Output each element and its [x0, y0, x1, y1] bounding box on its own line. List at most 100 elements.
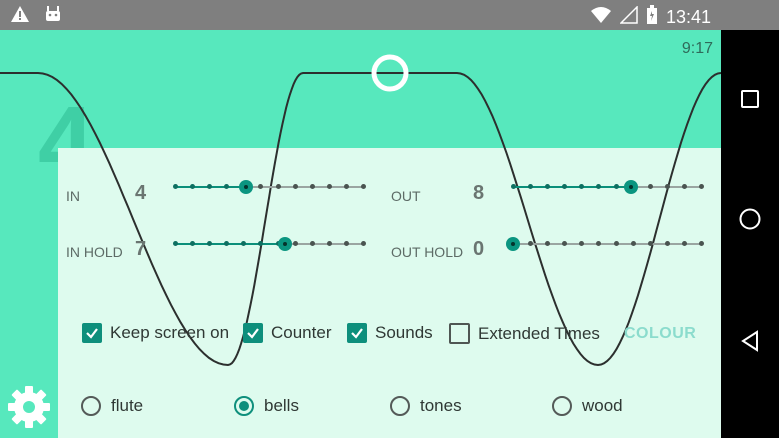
slider-tick: [613, 241, 619, 246]
counter-label: Counter: [271, 323, 332, 342]
slider-thumb[interactable]: [506, 237, 520, 251]
checkbox-checked-icon: [82, 323, 102, 343]
slider-tick: [207, 184, 213, 189]
radio-bells[interactable]: bells: [234, 396, 299, 416]
in-hold-slider[interactable]: [173, 237, 366, 251]
sounds-checkbox[interactable]: Sounds: [347, 323, 433, 343]
slider-tick: [173, 241, 178, 246]
slider-tick: [258, 184, 264, 189]
radio-flute-label: flute: [111, 396, 144, 415]
radio-unselected-icon: [81, 396, 101, 416]
checkbox-checked-icon: [347, 323, 367, 343]
slider-thumb[interactable]: [238, 180, 253, 194]
signal-icon: [619, 5, 638, 29]
slider-tick: [664, 241, 670, 246]
slider-tick: [511, 184, 516, 189]
radio-tones-label: tones: [420, 396, 462, 415]
slider-tick: [309, 184, 315, 189]
in-slider[interactable]: [173, 180, 366, 194]
slider-tick: [173, 184, 178, 189]
slider-tick: [275, 184, 281, 189]
app-screen: 9:17 4 IN 4 OUT 8 IN HOLD 7 OUT HOLD 0 K…: [0, 30, 721, 438]
slider-tick: [699, 241, 704, 246]
extended-times-label: Extended Times: [478, 323, 600, 343]
radio-wood[interactable]: wood: [552, 396, 623, 416]
radio-wood-label: wood: [582, 396, 623, 415]
out-hold-value: 0: [473, 238, 485, 260]
navigation-bar: [721, 30, 779, 438]
radio-selected-icon: [234, 396, 254, 416]
keep-screen-on-checkbox[interactable]: Keep screen on: [82, 323, 229, 343]
sounds-label: Sounds: [375, 323, 433, 342]
slider-tick: [207, 241, 213, 246]
out-hold-slider[interactable]: [506, 237, 704, 251]
slider-thumb[interactable]: [277, 237, 292, 251]
slider-tick: [326, 184, 332, 189]
extended-times-checkbox[interactable]: Extended Times: [449, 323, 600, 344]
slider-tick: [681, 241, 687, 246]
slider-tick: [528, 184, 534, 189]
battery-icon: [646, 5, 658, 30]
slider-tick: [545, 241, 551, 246]
out-value: 8: [473, 182, 485, 204]
slider-tick: [326, 241, 332, 246]
slider-tick: [292, 241, 298, 246]
status-time: 13:41: [665, 7, 711, 27]
in-hold-label: IN HOLD: [66, 244, 123, 260]
slider-tick: [343, 184, 349, 189]
slider-tick: [613, 184, 619, 189]
slider-tick: [699, 184, 704, 189]
breath-wave: [0, 54, 721, 367]
slider-tick: [562, 184, 568, 189]
android-icon: [44, 5, 62, 28]
back-button[interactable]: [737, 328, 763, 354]
in-label: IN: [66, 188, 80, 204]
slider-tick: [224, 184, 230, 189]
radio-bells-label: bells: [264, 396, 299, 415]
keep-screen-on-label: Keep screen on: [110, 323, 230, 342]
recents-button[interactable]: [737, 86, 763, 112]
slider-tick: [528, 241, 534, 246]
slider-tick: [579, 184, 585, 189]
colour-button[interactable]: COLOUR: [624, 325, 696, 343]
slider-tick: [361, 241, 366, 246]
slider-tick: [647, 241, 653, 246]
slider-tick: [647, 184, 653, 189]
radio-flute[interactable]: flute: [81, 396, 143, 416]
status-bar: 13:41: [0, 0, 779, 30]
slider-tick: [681, 184, 687, 189]
slider-tick: [190, 241, 196, 246]
slider-tick: [343, 241, 349, 246]
out-label: OUT: [391, 188, 421, 204]
slider-tick: [630, 241, 636, 246]
slider-tick: [224, 241, 230, 246]
slider-thumb[interactable]: [623, 180, 638, 194]
radio-unselected-icon: [552, 396, 572, 416]
in-value: 4: [135, 182, 147, 204]
slider-tick: [258, 241, 264, 246]
slider-tick: [562, 241, 568, 246]
checkbox-unchecked-icon: [449, 323, 470, 344]
home-button[interactable]: [737, 206, 763, 232]
warning-icon: [10, 5, 30, 28]
slider-tick: [361, 184, 366, 189]
checkbox-checked-icon: [243, 323, 263, 343]
out-slider[interactable]: [511, 180, 704, 194]
slider-tick: [596, 241, 602, 246]
slider-tick: [292, 184, 298, 189]
slider-tick: [190, 184, 196, 189]
settings-gear-icon[interactable]: [6, 384, 52, 430]
wifi-icon: [590, 6, 612, 29]
slider-tick: [579, 241, 585, 246]
slider-tick: [545, 184, 551, 189]
slider-tick: [596, 184, 602, 189]
slider-tick: [309, 241, 315, 246]
counter-checkbox[interactable]: Counter: [243, 323, 331, 343]
out-hold-label: OUT HOLD: [391, 244, 464, 260]
slider-tick: [664, 184, 670, 189]
in-hold-value: 7: [135, 238, 147, 260]
radio-tones[interactable]: tones: [390, 396, 462, 416]
slider-track: [513, 243, 701, 245]
radio-unselected-icon: [390, 396, 410, 416]
slider-tick: [241, 241, 247, 246]
